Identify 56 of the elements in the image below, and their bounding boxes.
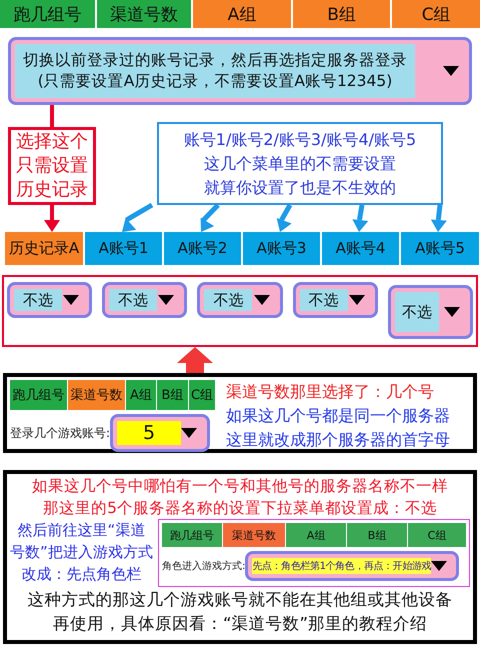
callout-text: 历史记录 [16, 178, 88, 202]
tab[interactable]: A组 [126, 380, 156, 410]
tab[interactable]: 渠道号数 [96, 0, 192, 28]
history-dropdown[interactable]: 切换以前登录过的账号记录，然后再选指定服务器登录 (只需要设置A历史记录，不需要设置A账号12345) [8, 37, 472, 105]
dropdown-value: 不选 [308, 290, 339, 310]
callout-text: 选择这个 [16, 130, 88, 154]
tab[interactable]: A账号3 [243, 232, 320, 265]
tab[interactable]: 跑几组号 [0, 0, 95, 28]
tab[interactable]: A账号2 [164, 232, 241, 265]
callout-text: 就算你设置了也是不生效的 [204, 176, 396, 198]
instruction-text: 号数”把进入游戏方式 [10, 542, 153, 563]
tab[interactable]: A账号5 [401, 232, 479, 265]
tab[interactable]: B组 [347, 523, 407, 547]
footer-text: 这种方式的那这几个游戏账号就不能在其他组或其他设备 [26, 589, 454, 611]
tab[interactable]: 跑几组号 [10, 380, 67, 410]
warning-text: 那这里的5个服务器名称的设置下拉菜单都设置成：不选 [42, 498, 438, 519]
tab[interactable]: A账号1 [85, 232, 162, 265]
instruction-text: 改成：先点角色栏 [21, 564, 142, 585]
dropdown-value: 5 [143, 422, 156, 444]
tab[interactable]: C组 [392, 0, 480, 28]
tab[interactable]: 渠道号数 [223, 523, 285, 547]
server-dropdown[interactable]: 不选 [197, 282, 283, 318]
warning-text: 如果这几个号中哪怕有一个号和其他号的服务器名称不一样 [31, 476, 449, 497]
dropdown-value: 不选 [213, 290, 244, 310]
callout-text: 账号1/账号2/账号3/账号4/账号5 [184, 128, 416, 150]
footer-text: 再使用，具体原因看：“渠道号数”那里的教程介绍 [52, 613, 428, 635]
note-text: 如果这几个号都是同一个服务器 [226, 405, 450, 427]
server-dropdown[interactable]: 不选 [102, 282, 188, 318]
server-dropdown[interactable]: 不选 [7, 282, 92, 318]
dropdown-value: 先点：角色栏第1个角色，再点：开始游戏 [252, 560, 432, 573]
instruction-text: 然后前往这里“渠道 [18, 520, 146, 541]
callout-text: 这几个菜单里的不需要设置 [204, 152, 396, 174]
count-dropdown[interactable]: 5 [110, 414, 210, 452]
tab[interactable]: 跑几组号 [162, 523, 222, 547]
tab[interactable]: A组 [193, 0, 291, 28]
tab[interactable]: C组 [408, 523, 466, 547]
server-dropdown[interactable]: 不选 [388, 285, 474, 339]
note-text: 这里就改成那个服务器的首字母 [226, 429, 450, 451]
tab[interactable]: C组 [189, 380, 215, 410]
tab[interactable]: A组 [286, 523, 346, 547]
tab[interactable]: 渠道号数 [68, 380, 125, 410]
dropdown-value: (只需要设置A历史记录，不需要设置A账号12345) [38, 71, 392, 92]
tab[interactable]: B组 [157, 380, 188, 410]
entry-mode-dropdown[interactable]: 先点：角色栏第1个角色，再点：开始游戏 [245, 551, 460, 581]
tab[interactable]: B组 [292, 0, 390, 28]
tab[interactable]: A账号4 [322, 232, 399, 265]
dropdown-value: 不选 [23, 290, 53, 310]
dropdown-value: 切换以前登录过的账号记录，然后再选指定服务器登录 [23, 50, 407, 71]
field-label: 登录几个游戏账号: [10, 424, 110, 442]
dropdown-value: 不选 [118, 290, 148, 310]
callout-text: 只需设置 [16, 154, 88, 178]
field-label: 角色进入游戏方式: [162, 560, 246, 573]
note-text: 渠道号数那里选择了：几个号 [226, 381, 435, 403]
dropdown-value: 不选 [402, 302, 432, 322]
tab[interactable]: 历史记录A [5, 232, 83, 265]
server-dropdown[interactable]: 不选 [292, 282, 378, 318]
